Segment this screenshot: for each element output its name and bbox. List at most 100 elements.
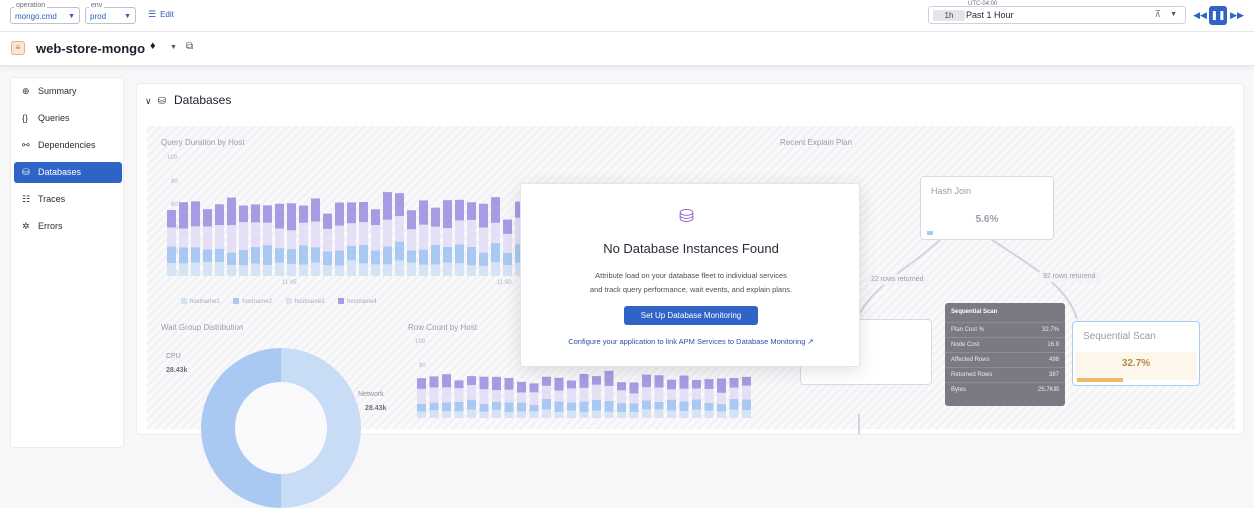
sidebar-nav: ⊕ Summary {} Queries ⚯ Dependencies ⛁ Databa…	[10, 77, 124, 448]
bar-segment	[742, 385, 751, 400]
bar-segment	[429, 387, 439, 403]
bar-segment	[442, 411, 451, 418]
bar-segment	[504, 377, 514, 390]
fast-forward-button[interactable]: ▶▶	[1228, 6, 1246, 25]
bar-segment	[263, 205, 272, 223]
legend-item[interactable]: hostname1	[181, 298, 220, 305]
bar-segment	[299, 264, 308, 276]
hash-join-node[interactable]: Hash Join 5.6%	[920, 176, 1054, 240]
sidebar-item-label: Summary	[38, 86, 77, 96]
pin-icon[interactable]: ⊼	[1154, 9, 1161, 20]
bar-segment	[467, 409, 476, 418]
operation-filter-label: operation	[14, 2, 48, 10]
network-label: Network	[358, 391, 384, 398]
x-tick: 11:45	[282, 280, 297, 286]
plan-node-tooltip: Sequential Scan Plan Cost % 32.7% Node Co…	[945, 303, 1065, 406]
bar-segment	[417, 411, 426, 418]
sidebar-item-databases[interactable]: ⛁ Databases	[14, 162, 122, 183]
bar-segment	[311, 198, 320, 222]
wait-group-donut	[201, 348, 361, 508]
sidebar-item-errors[interactable]: ✲ Errors	[14, 216, 122, 237]
panel-header[interactable]: ∨ ⛁ Databases	[145, 93, 231, 107]
legend-item[interactable]: hostname4	[338, 298, 377, 305]
bar-segment	[504, 412, 514, 418]
bar-segment	[239, 222, 248, 250]
bar-segment	[742, 399, 751, 410]
bar-segment	[479, 203, 488, 228]
edit-filters-button[interactable]: ☰ Edit	[148, 9, 174, 20]
bar-segment	[454, 401, 464, 412]
bar-segment	[417, 403, 426, 412]
rewind-icon: ◀◀	[1193, 10, 1207, 20]
chevron-down-icon[interactable]: ▼	[1170, 11, 1177, 18]
dependencies-icon: ⚯	[22, 140, 30, 150]
chevron-down-icon: ∨	[145, 96, 152, 106]
node-label: Hash Join	[931, 186, 972, 196]
bar-segment	[323, 251, 332, 266]
bar-segment	[592, 399, 601, 411]
bar-segment	[642, 387, 651, 401]
bar-segment	[299, 222, 308, 246]
bar-segment	[617, 390, 626, 404]
chevron-down-icon: ▼	[124, 13, 131, 20]
sequential-scan-node[interactable]: Sequential Scan 32.7%	[1072, 321, 1200, 386]
time-range-picker[interactable]: 1h Past 1 Hour ⊼ ▼	[928, 6, 1186, 24]
bar-segment	[383, 219, 392, 247]
braces-icon: {}	[22, 113, 29, 123]
bar-segment	[467, 399, 476, 410]
bar-segment	[371, 264, 380, 276]
configure-link-text: Configure your application to link APM S…	[568, 337, 806, 346]
legend-item[interactable]: hostname3	[285, 298, 324, 305]
bar-segment	[479, 376, 489, 390]
bar-segment	[227, 225, 236, 253]
pause-button[interactable]: ❚❚	[1209, 6, 1227, 25]
bar-segment	[503, 233, 512, 253]
bar-segment	[654, 387, 664, 402]
bar-segment	[311, 262, 320, 276]
left-rows-label: 22 rows returned	[865, 274, 930, 285]
bar-segment	[629, 411, 639, 418]
bar-segment	[617, 382, 626, 391]
bar-segment	[567, 380, 576, 389]
sidebar-item-summary[interactable]: ⊕ Summary	[14, 81, 122, 102]
bar-segment	[667, 389, 676, 400]
copy-icon[interactable]: ⧉	[186, 41, 193, 52]
bar-segment	[167, 246, 176, 264]
bar-segment	[692, 399, 701, 410]
sidebar-item-traces[interactable]: ☷ Traces	[14, 189, 122, 210]
bar-segment	[492, 401, 501, 410]
sidebar-item-queries[interactable]: {} Queries	[14, 108, 122, 129]
bar-segment	[467, 219, 476, 247]
bar-segment	[692, 388, 701, 400]
time-range-chip: 1h	[933, 10, 965, 21]
bar-segment	[567, 388, 576, 403]
configure-link[interactable]: Configure your application to link APM S…	[521, 337, 861, 346]
operation-filter[interactable]: operation mongo.cmd ▼	[10, 2, 80, 24]
legend-item[interactable]: hostname2	[233, 298, 272, 305]
sidebar-item-dependencies[interactable]: ⚯ Dependencies	[14, 135, 122, 156]
bar-segment	[667, 399, 676, 411]
service-menu-chevron-icon[interactable]: ▼	[170, 44, 177, 51]
bar-segment	[179, 202, 188, 229]
bar-segment	[429, 376, 439, 388]
setup-dbm-button[interactable]: Set Up Database Monitoring	[624, 306, 758, 325]
bar-segment	[311, 221, 320, 248]
sidebar-item-label: Databases	[38, 167, 82, 177]
bar-segment	[431, 226, 440, 245]
bar-segment	[554, 411, 564, 418]
bar-segment	[467, 202, 476, 220]
bar-segment	[704, 402, 714, 411]
bar-segment	[529, 411, 539, 418]
bar-segment	[679, 375, 689, 389]
rewind-button[interactable]: ◀◀	[1191, 6, 1209, 25]
bar-segment	[717, 404, 726, 412]
bar-segment	[407, 229, 416, 251]
bar-segment	[529, 392, 539, 405]
bar-segment	[579, 412, 589, 418]
sidebar-item-label: Traces	[38, 194, 66, 204]
bar-segment	[335, 265, 344, 276]
bar-segment	[179, 263, 188, 276]
bar-segment	[287, 249, 296, 264]
bar-segment	[395, 260, 404, 276]
env-filter[interactable]: env prod ▼	[85, 2, 136, 24]
